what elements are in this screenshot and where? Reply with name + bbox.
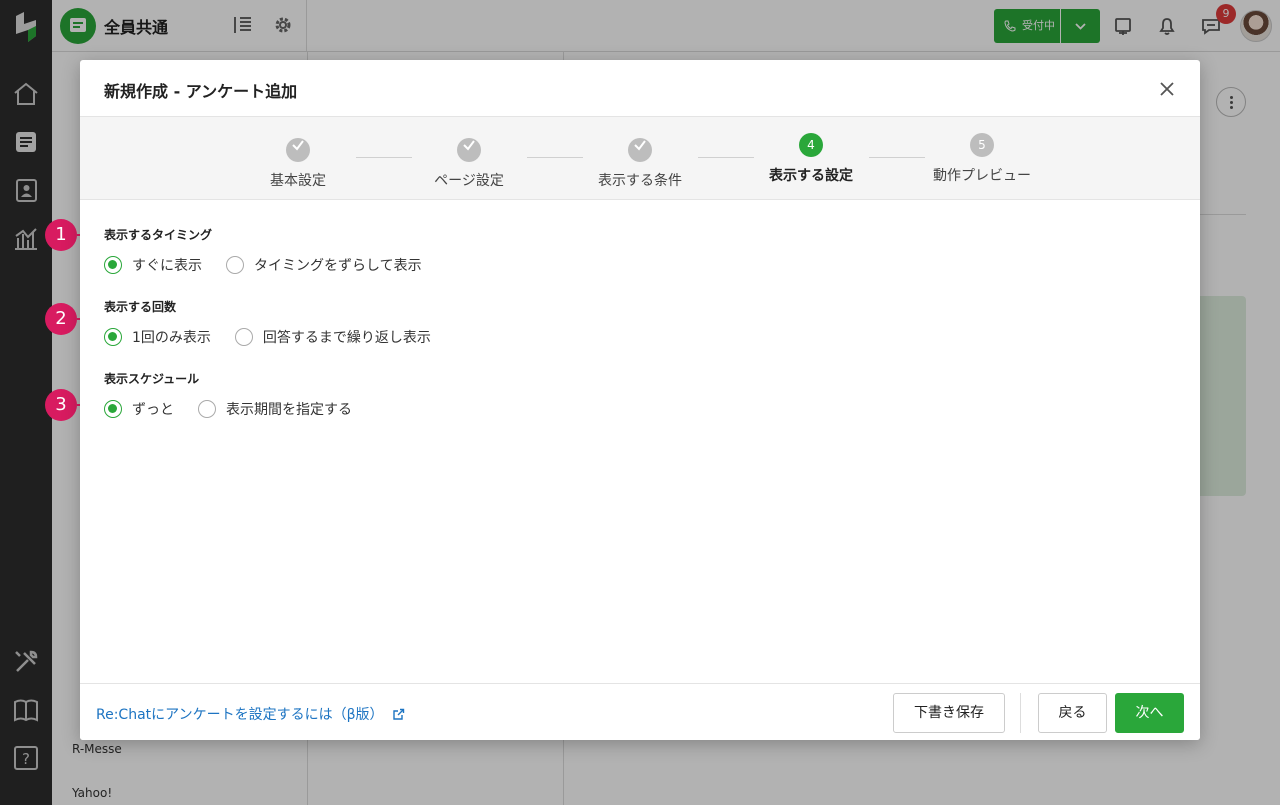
step-display-settings: 4 表示する設定	[741, 133, 881, 185]
next-button[interactable]: 次へ	[1115, 693, 1184, 733]
wizard-stepper: 基本設定 ページ設定 表示する条件 4 表示する設定 5 動作プレビュー	[80, 117, 1200, 200]
radio-checked-indicator[interactable]	[104, 256, 122, 274]
step-connector	[356, 157, 412, 158]
step-label: 動作プレビュー	[933, 168, 1031, 184]
radio-label: タイミングをずらして表示	[254, 258, 422, 274]
radio-repeat-until-answered[interactable]: 回答するまで繰り返し表示	[234, 327, 431, 347]
annotation-marker-1: 1	[45, 219, 77, 251]
radio-show-delayed[interactable]: タイミングをずらして表示	[226, 255, 422, 275]
step-number: 5	[970, 133, 994, 157]
display-schedule-radio-group: ずっと 表示期間を指定する	[104, 399, 376, 419]
step-connector	[527, 157, 583, 158]
help-link[interactable]: Re:Chatにアンケートを設定するには（β版）	[96, 704, 405, 724]
step-page-settings: ページ設定	[399, 133, 539, 190]
annotation-marker-2: 2	[45, 303, 77, 335]
step-label: 表示する設定	[769, 168, 853, 184]
step-done-check-icon	[628, 138, 652, 162]
create-survey-modal: 新規作成 - アンケート追加 基本設定 ページ設定 表示する条件 4 表示する設…	[80, 60, 1200, 740]
radio-label: 回答するまで繰り返し表示	[262, 330, 431, 346]
step-connector	[869, 157, 925, 158]
display-timing-label: 表示するタイミング	[104, 228, 213, 242]
step-label: ページ設定	[434, 173, 504, 189]
radio-specify-period[interactable]: 表示期間を指定する	[198, 399, 352, 419]
radio-show-immediately[interactable]: すぐに表示	[104, 255, 202, 275]
modal-footer: Re:Chatにアンケートを設定するには（β版） 下書き保存 戻る 次へ	[80, 683, 1200, 740]
step-done-check-icon	[457, 138, 481, 162]
annotation-marker-3: 3	[45, 389, 77, 421]
external-link-icon	[392, 708, 404, 720]
display-schedule-label: 表示スケジュール	[104, 372, 200, 386]
footer-divider	[1020, 693, 1021, 733]
radio-label: すぐに表示	[132, 258, 202, 274]
step-number: 4	[799, 133, 823, 157]
radio-label: 1回のみ表示	[132, 330, 211, 346]
display-count-label: 表示する回数	[104, 300, 177, 314]
step-connector	[698, 157, 754, 158]
close-icon[interactable]	[1156, 78, 1178, 100]
radio-unchecked-indicator[interactable]	[198, 400, 216, 418]
step-basic-settings: 基本設定	[228, 133, 368, 190]
radio-checked-indicator[interactable]	[104, 400, 122, 418]
step-display-conditions: 表示する条件	[570, 133, 710, 190]
display-count-radio-group: 1回のみ表示 回答するまで繰り返し表示	[104, 327, 455, 347]
step-label: 表示する条件	[598, 173, 682, 189]
back-button[interactable]: 戻る	[1038, 693, 1107, 733]
radio-unchecked-indicator[interactable]	[226, 256, 244, 274]
help-link-text[interactable]: Re:Chatにアンケートを設定するには（β版）	[96, 704, 384, 724]
step-done-check-icon	[286, 138, 310, 162]
step-label: 基本設定	[270, 173, 326, 189]
radio-label: ずっと	[132, 402, 174, 418]
radio-checked-indicator[interactable]	[104, 328, 122, 346]
radio-show-once[interactable]: 1回のみ表示	[104, 327, 211, 347]
save-draft-button[interactable]: 下書き保存	[893, 693, 1005, 733]
modal-header: 新規作成 - アンケート追加	[80, 60, 1200, 117]
radio-label: 表示期間を指定する	[226, 402, 352, 418]
radio-unchecked-indicator[interactable]	[234, 328, 253, 346]
modal-title: 新規作成 - アンケート追加	[104, 82, 298, 101]
radio-always[interactable]: ずっと	[104, 399, 174, 419]
display-timing-radio-group: すぐに表示 タイミングをずらして表示	[104, 255, 446, 275]
step-preview: 5 動作プレビュー	[912, 133, 1052, 185]
